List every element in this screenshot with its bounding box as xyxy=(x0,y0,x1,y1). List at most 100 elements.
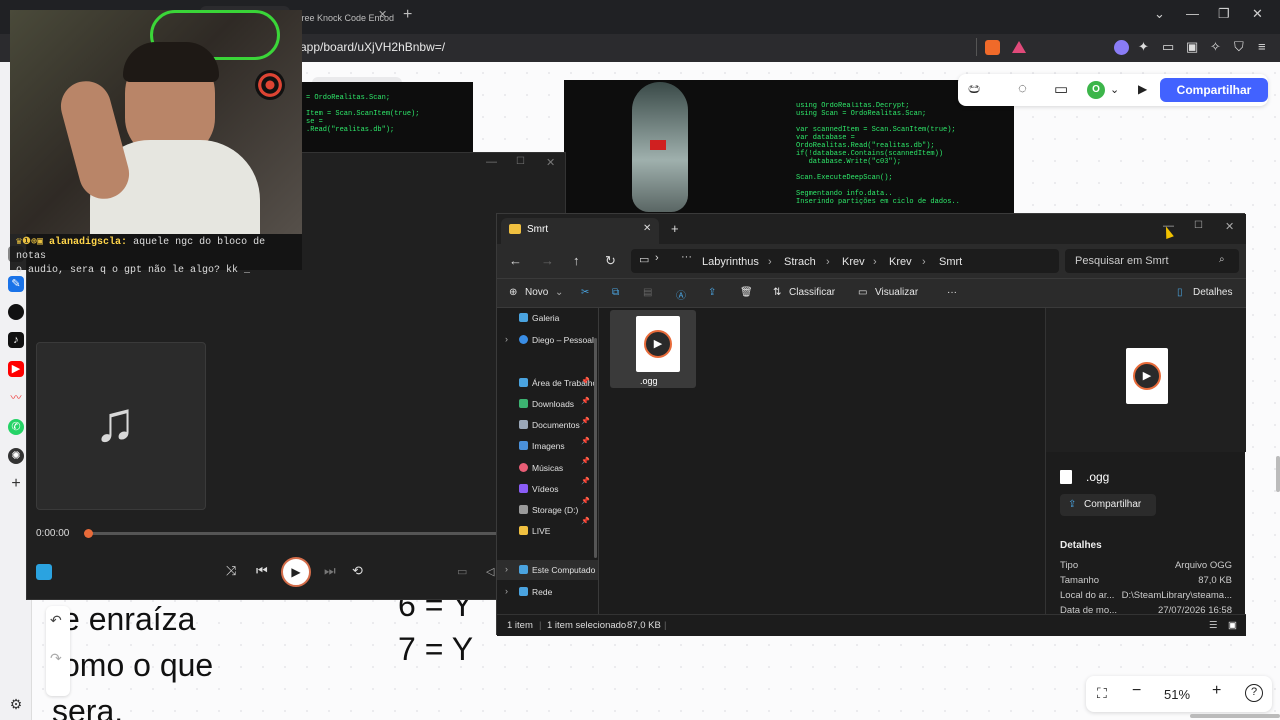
extensions-icon[interactable]: ✦ xyxy=(1138,39,1149,55)
present-play-icon[interactable]: ▶ xyxy=(1138,82,1147,96)
cut-icon[interactable]: ✂ xyxy=(581,287,589,298)
menu-icon[interactable]: ≡ xyxy=(1258,39,1266,54)
more-options-icon[interactable]: ··· xyxy=(947,287,957,298)
back-arrow-icon[interactable]: ← xyxy=(509,253,522,268)
extension-drop-icon[interactable] xyxy=(1114,40,1129,55)
reactions-icon[interactable]: ඏ xyxy=(968,80,980,97)
url-field[interactable]: app/board/uXjVH2hBnbw=/ xyxy=(300,40,445,54)
shuffle-icon[interactable]: ⤨ xyxy=(226,563,236,579)
minimize-icon[interactable]: — xyxy=(1186,6,1199,21)
details-share-button[interactable]: ⇪ Compartilhar xyxy=(1060,494,1156,516)
brave-shield-icon[interactable] xyxy=(985,40,1000,55)
breadcrumb-krev[interactable]: Krev xyxy=(842,256,865,268)
app-icon-3[interactable] xyxy=(8,304,24,320)
fit-frame-icon[interactable]: ⛶ xyxy=(1097,685,1107,702)
next-track-icon[interactable]: ⏭ xyxy=(324,563,336,579)
explorer-tab[interactable]: Smrt ✕ xyxy=(501,218,659,244)
new-tab-button[interactable]: + xyxy=(403,6,412,24)
player-close-icon[interactable]: ✕ xyxy=(546,156,555,169)
forward-arrow-icon[interactable]: → xyxy=(541,253,554,268)
previous-track-icon[interactable]: ⏮ xyxy=(256,563,268,579)
maximize-icon[interactable]: ❐ xyxy=(1218,6,1230,22)
copy-icon[interactable]: ⧉ xyxy=(612,287,619,298)
pen-icon[interactable]: ✎ xyxy=(8,276,24,292)
tab-close-icon[interactable]: ✕ xyxy=(378,8,387,21)
settings-gear-icon[interactable]: ⚙ xyxy=(8,696,24,712)
seek-thumb[interactable] xyxy=(84,529,93,538)
nav-item-live[interactable]: LIVE xyxy=(519,526,595,536)
zoom-in-button[interactable]: + xyxy=(1212,682,1221,700)
close-window-icon[interactable]: ✕ xyxy=(1252,6,1263,22)
file-list-area[interactable]: ▶ .ogg xyxy=(600,308,1043,614)
expand-chevron-icon[interactable]: › xyxy=(505,564,508,574)
explorer-new-tab-icon[interactable]: + xyxy=(671,221,679,236)
details-toggle-button[interactable]: Detalhes xyxy=(1193,287,1232,298)
large-icons-view-icon[interactable]: ▣ xyxy=(1228,615,1237,637)
repeat-icon[interactable]: ⟲ xyxy=(352,563,363,579)
file-item[interactable]: ▶ .ogg xyxy=(610,310,696,388)
tab-list-chevron-icon[interactable]: ⌄ xyxy=(1154,6,1165,22)
expand-chevron-icon[interactable]: › xyxy=(505,334,508,344)
delete-icon[interactable]: 🗑 xyxy=(740,287,753,298)
horizontal-scrollbar[interactable] xyxy=(1190,714,1280,718)
breadcrumb-smrt[interactable]: Smrt xyxy=(939,256,962,268)
code-image-left[interactable]: = OrdoRealitas.Scan; Item = Scan.ScanIte… xyxy=(302,82,473,156)
up-arrow-icon[interactable]: ↑ xyxy=(573,253,580,268)
vpn-icon[interactable]: ⛉ xyxy=(1234,39,1244,55)
explorer-maximize-icon[interactable]: ☐ xyxy=(1194,220,1203,231)
sort-button[interactable]: Classificar xyxy=(789,287,835,298)
nav-item-network[interactable]: Rede xyxy=(519,587,595,597)
add-app-icon[interactable]: + xyxy=(8,476,24,492)
share-button[interactable]: Compartilhar xyxy=(1160,78,1268,102)
details-view-icon[interactable]: ☰ xyxy=(1209,615,1218,637)
view-button[interactable]: Visualizar xyxy=(875,287,918,298)
activity-icon[interactable]: 〰 xyxy=(8,390,24,406)
nav-item-this-pc[interactable]: Este Computador xyxy=(519,565,595,575)
avatar-chevron-icon[interactable]: ⌄ xyxy=(1110,83,1119,96)
breadcrumb-overflow-icon[interactable]: ··· xyxy=(681,251,692,263)
undo-icon[interactable]: ↶ xyxy=(50,612,62,629)
explorer-close-icon[interactable]: ✕ xyxy=(1225,220,1234,233)
nav-scrollbar[interactable] xyxy=(594,338,597,558)
whatsapp-icon[interactable]: ✆ xyxy=(8,419,24,435)
miniplayer-icon[interactable]: ▭ xyxy=(457,565,467,578)
volume-icon[interactable]: ◁ xyxy=(486,565,494,578)
comments-icon[interactable]: ◌ xyxy=(1018,80,1027,97)
brave-rewards-icon[interactable] xyxy=(1012,41,1026,53)
redo-icon[interactable]: ↷ xyxy=(50,650,62,667)
leo-ai-icon[interactable]: ✧ xyxy=(1210,39,1221,55)
board-text-right-2[interactable]: 7 = Y xyxy=(398,626,473,672)
wallet-icon[interactable]: ▣ xyxy=(1186,39,1198,55)
board-text-line-2[interactable]: omo o que xyxy=(62,642,213,688)
this-pc-icon[interactable]: ▭ xyxy=(639,253,649,266)
zoom-level[interactable]: 51% xyxy=(1164,687,1190,702)
video-call-icon[interactable]: ▭ xyxy=(1054,80,1068,98)
nav-item-galeria[interactable]: Galeria xyxy=(519,313,595,323)
youtube-icon[interactable]: ▶ xyxy=(8,361,24,377)
media-app-icon[interactable] xyxy=(36,564,52,580)
player-maximize-icon[interactable]: ☐ xyxy=(516,156,525,167)
sidebar-icon[interactable]: ▭ xyxy=(1162,39,1174,55)
player-minimize-icon[interactable]: — xyxy=(486,156,497,168)
seek-bar[interactable] xyxy=(90,532,510,535)
nav-item-onedrive[interactable]: Diego – Pessoal xyxy=(519,335,595,345)
breadcrumb-strach[interactable]: Strach xyxy=(784,256,816,268)
expand-chevron-icon[interactable]: › xyxy=(505,586,508,596)
tiktok-icon[interactable]: ♪ xyxy=(8,332,24,348)
chatgpt-icon[interactable]: ✺ xyxy=(8,448,24,464)
share-icon[interactable]: ⇪ xyxy=(708,287,716,298)
refresh-icon[interactable]: ↻ xyxy=(605,253,616,269)
breadcrumb-labyrinthus[interactable]: Labyrinthus xyxy=(702,256,759,268)
tab-close-icon[interactable]: ✕ xyxy=(643,223,651,234)
rename-icon[interactable]: Ⓐ xyxy=(676,287,686,302)
new-button[interactable]: Novo xyxy=(525,287,548,298)
play-button[interactable]: ▶ xyxy=(281,557,311,587)
board-text-line-1[interactable]: e enraíza xyxy=(62,596,195,642)
page-scrollbar[interactable] xyxy=(1276,456,1280,492)
user-avatar[interactable]: O xyxy=(1087,81,1105,99)
zoom-out-button[interactable]: − xyxy=(1132,682,1141,700)
help-icon[interactable]: ? xyxy=(1245,684,1263,702)
explorer-search-input[interactable]: Pesquisar em Smrt xyxy=(1065,249,1239,273)
breadcrumb-krev-2[interactable]: Krev xyxy=(889,256,912,268)
paste-icon[interactable]: ▤ xyxy=(643,287,652,298)
